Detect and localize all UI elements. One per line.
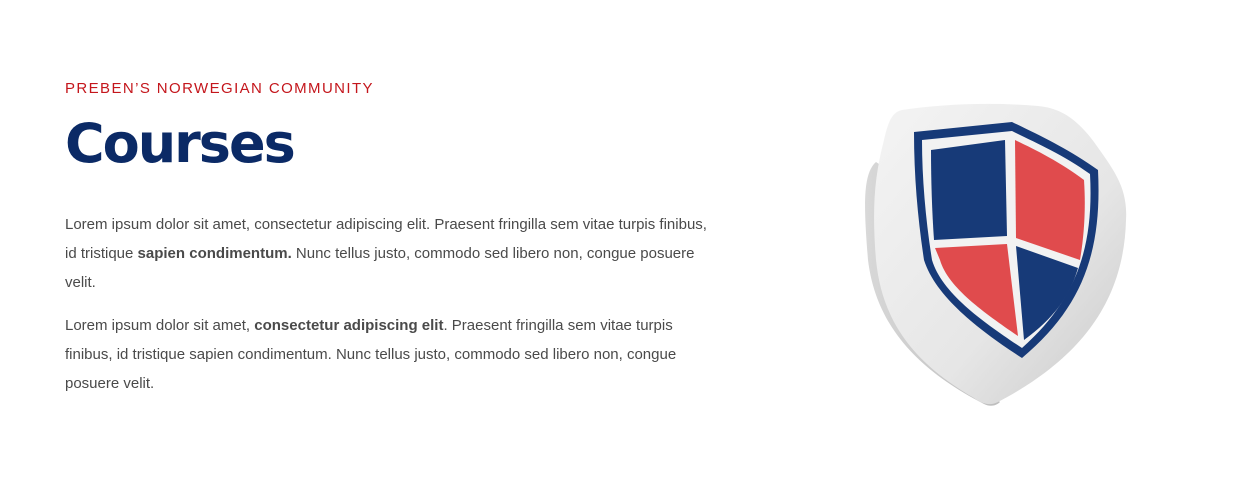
shield-icon: [865, 103, 1127, 406]
paragraph-1-bold-text: sapien condimentum.: [137, 245, 292, 262]
intro-paragraph-2: Lorem ipsum dolor sit amet, consectetur …: [65, 311, 715, 398]
paragraph-2-text-start: Lorem ipsum dolor sit amet,: [65, 317, 255, 334]
courses-section: PREBEN’S NORWEGIAN COMMUNITY Courses Lor…: [65, 80, 715, 398]
paragraph-2-bold-text: consectetur adipiscing elit: [254, 317, 444, 334]
shield-illustration: [862, 100, 1134, 408]
section-eyebrow: PREBEN’S NORWEGIAN COMMUNITY: [65, 80, 374, 97]
page-title: Courses: [65, 112, 296, 175]
intro-paragraph-1: Lorem ipsum dolor sit amet, consectetur …: [65, 210, 715, 297]
